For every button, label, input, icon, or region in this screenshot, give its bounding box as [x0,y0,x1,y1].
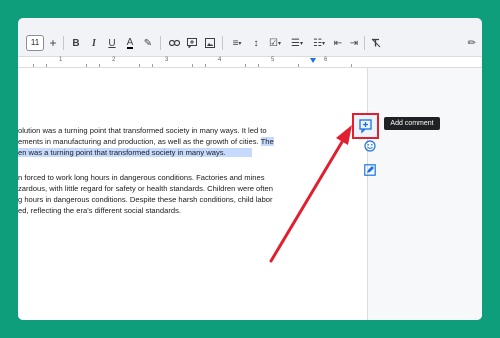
app-window: 11 + B I U A ✎ ≡ ▾ ↕ ☑ ▾ ☰ ▾ ☷ ▾ ⇤ ⇥ ✏ 1 2 [18,18,482,320]
annotation-arrow [269,125,352,263]
